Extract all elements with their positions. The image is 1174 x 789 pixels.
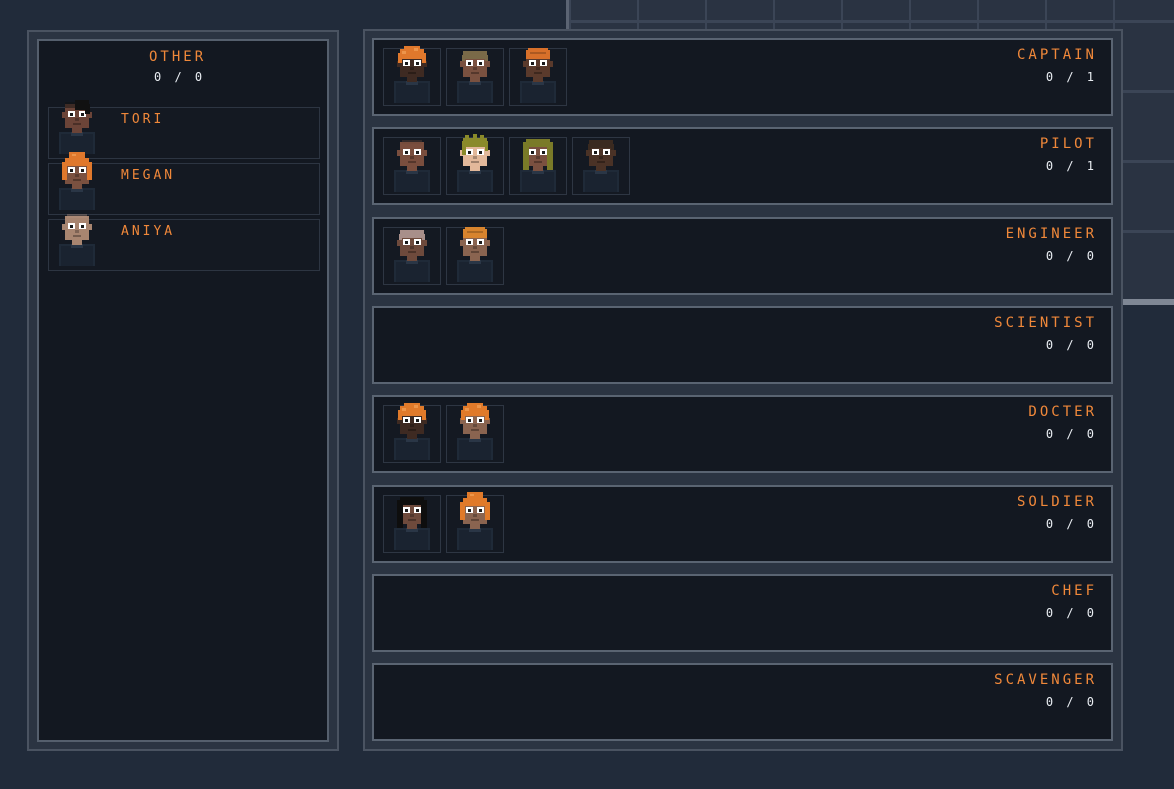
crew-slot[interactable]	[383, 46, 441, 106]
role-row-docter[interactable]: DOCTER 0 / 0	[372, 395, 1113, 474]
crew-portrait	[457, 491, 493, 550]
crew-portrait	[457, 226, 493, 282]
crew-slot[interactable]	[509, 48, 567, 106]
role-count: 0 / 1	[1045, 159, 1097, 174]
role-count: 0 / 0	[1045, 337, 1097, 352]
role-title: SOLDIER	[1016, 493, 1097, 510]
crew-list-item[interactable]: ANIYA	[48, 214, 320, 271]
crew-slot[interactable]	[383, 494, 441, 553]
role-title: SCAVENGER	[994, 672, 1097, 689]
crew-portrait	[394, 46, 430, 103]
crew-portrait	[457, 403, 493, 461]
role-title: SCIENTIST	[994, 314, 1097, 331]
role-row-scavenger[interactable]: SCAVENGER 0 / 0	[372, 663, 1113, 742]
crew-portrait	[457, 51, 493, 103]
crew-portrait	[457, 134, 493, 193]
role-row-pilot[interactable]: PILOT 0 / 1	[372, 127, 1113, 206]
role-row-soldier[interactable]: SOLDIER 0 / 0	[372, 484, 1113, 563]
other-title: OTHER	[149, 49, 207, 65]
role-count: 0 / 0	[1045, 695, 1097, 710]
crew-slot[interactable]	[572, 137, 630, 196]
crew-name: ANIYA	[121, 224, 176, 239]
role-count: 0 / 0	[1045, 605, 1097, 620]
crew-portrait	[394, 496, 430, 550]
role-count: 0 / 0	[1045, 427, 1097, 442]
role-count: 0 / 0	[1045, 248, 1097, 263]
crew-portrait	[394, 403, 430, 461]
crew-slot[interactable]	[446, 403, 504, 464]
crew-portrait	[394, 140, 430, 193]
crew-name: TORI	[121, 112, 165, 127]
crew-portrait	[59, 100, 95, 154]
other-count: 0 / 0	[154, 70, 206, 84]
crew-slot[interactable]	[509, 137, 567, 196]
crew-slot[interactable]	[383, 226, 441, 285]
crew-slot[interactable]	[383, 403, 441, 464]
crew-portrait	[583, 140, 619, 193]
crew-slot[interactable]	[446, 226, 504, 285]
crew-portrait	[520, 48, 556, 103]
other-crew-panel: OTHER 0 / 0 TORI MEGAN ANIYA	[37, 39, 329, 742]
crew-portrait	[394, 229, 430, 282]
crew-portrait	[59, 214, 95, 266]
crew-slot[interactable]	[446, 134, 504, 196]
crew-slot[interactable]	[446, 491, 504, 553]
crew-slot[interactable]	[383, 137, 441, 196]
crew-name: MEGAN	[121, 168, 176, 183]
role-title: CAPTAIN	[1016, 47, 1097, 63]
role-count: 0 / 1	[1045, 70, 1097, 84]
role-title: ENGINEER	[1005, 225, 1097, 242]
crew-slot[interactable]	[446, 48, 504, 106]
role-row-scientist[interactable]: SCIENTIST 0 / 0	[372, 305, 1113, 384]
role-count: 0 / 0	[1045, 516, 1097, 531]
role-title: CHEF	[1051, 582, 1097, 599]
role-row-engineer[interactable]: ENGINEER 0 / 0	[372, 216, 1113, 295]
role-row-chef[interactable]: CHEF 0 / 0	[372, 573, 1113, 652]
crew-portrait	[520, 139, 556, 193]
role-title: DOCTER	[1028, 404, 1097, 421]
crew-portrait	[59, 152, 95, 210]
role-row-captain[interactable]: CAPTAIN 0 / 1	[372, 38, 1113, 116]
role-title: PILOT	[1039, 136, 1097, 153]
